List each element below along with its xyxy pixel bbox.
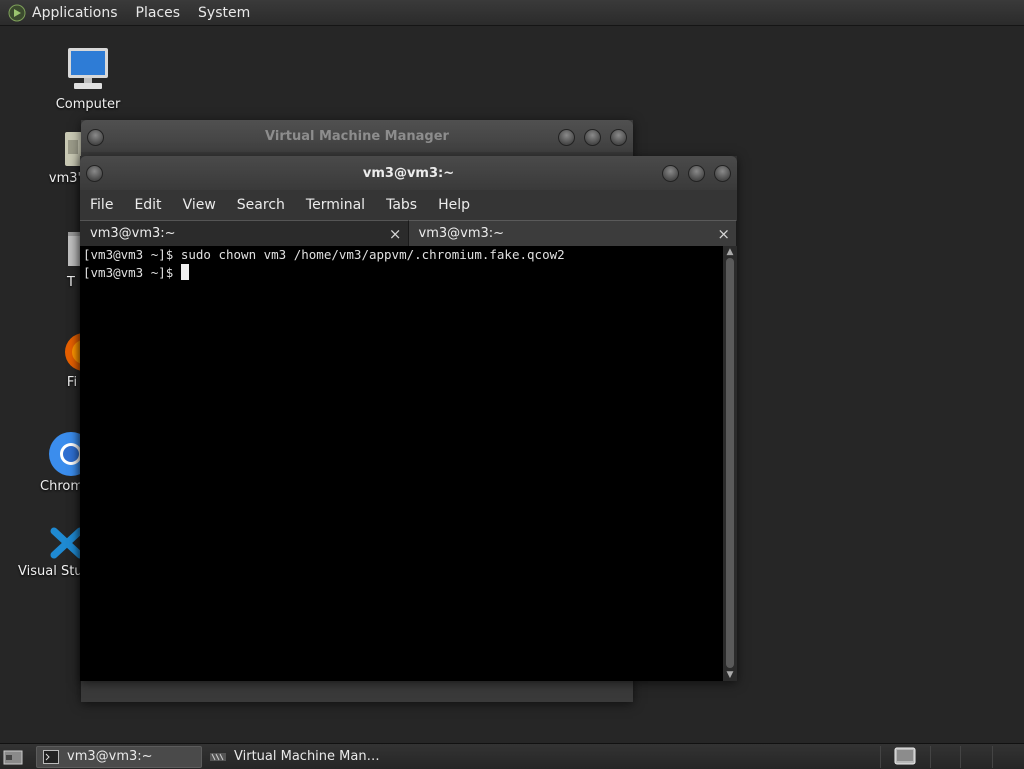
terminal-cursor (180, 264, 189, 280)
desktop-icon-label: vm3' (48, 171, 82, 186)
vmm-titlebar[interactable]: Virtual Machine Manager (81, 120, 633, 152)
terminal-tab-2[interactable]: vm3@vm3:~ × (408, 220, 737, 246)
menu-view[interactable]: View (183, 197, 216, 213)
vmm-icon (210, 752, 226, 761)
home-folder-icon (65, 132, 82, 166)
vmm-window-title: Virtual Machine Manager (265, 128, 449, 144)
taskbar-vmm[interactable]: Virtual Machine Man… (204, 746, 386, 768)
taskbar-terminal[interactable]: vm3@vm3:~ (36, 745, 202, 768)
desktop-icon-trash[interactable]: T (60, 230, 82, 290)
window-menu-icon[interactable] (86, 165, 103, 182)
close-icon[interactable] (610, 129, 627, 146)
terminal-menubar: File Edit View Search Terminal Tabs Help (80, 190, 737, 220)
desktop-icon-chromium[interactable]: Chrom (40, 430, 83, 494)
terminal-icon (43, 749, 59, 764)
distro-logo-icon[interactable] (8, 4, 26, 22)
system-menu[interactable]: System (198, 5, 250, 21)
tab-label: vm3@vm3:~ (90, 226, 176, 241)
desktop-icon-label: Visual Stu (18, 564, 83, 579)
terminal-output[interactable]: [vm3@vm3 ~]$ sudo chown vm3 /home/vm3/ap… (80, 246, 723, 681)
desktop-icon-vscode[interactable]: Visual Stu (18, 525, 83, 579)
vscode-icon (50, 527, 83, 559)
menu-edit[interactable]: Edit (134, 197, 161, 213)
minimize-icon[interactable] (662, 165, 679, 182)
tab-close-icon[interactable]: × (389, 225, 402, 243)
workspace-switcher-icon[interactable] (894, 747, 916, 765)
maximize-icon[interactable] (688, 165, 705, 182)
desktop-icon-home[interactable]: vm3' (48, 130, 82, 186)
terminal-window-title: vm3@vm3:~ (362, 165, 455, 181)
menu-search[interactable]: Search (237, 197, 285, 213)
firefox-icon (65, 333, 82, 371)
scroll-up-icon[interactable]: ▲ (725, 247, 735, 257)
tab-label: vm3@vm3:~ (418, 226, 505, 241)
menu-help[interactable]: Help (438, 197, 470, 213)
workspace-separator (930, 746, 931, 768)
terminal-prompt-line: [vm3@vm3 ~]$ (83, 264, 723, 282)
trash-icon (68, 232, 82, 266)
terminal-window[interactable]: vm3@vm3:~ File Edit View Search Terminal… (80, 156, 737, 681)
taskbar-vmm-label: Virtual Machine Man… (234, 749, 380, 764)
scrollbar-thumb[interactable] (726, 258, 734, 668)
close-icon[interactable] (714, 165, 731, 182)
desktop-icon-label: Fi (66, 375, 78, 390)
menu-file[interactable]: File (90, 197, 113, 213)
terminal-tab-1[interactable]: vm3@vm3:~ × (80, 220, 409, 246)
workspace-separator (960, 746, 961, 768)
applications-menu[interactable]: Applications (32, 5, 118, 21)
desktop-icon-label: Computer (55, 97, 121, 112)
places-menu[interactable]: Places (136, 5, 181, 21)
show-desktop-icon[interactable] (2, 747, 24, 767)
desktop-icon-computer[interactable]: Computer (56, 46, 120, 112)
desktop-icon-label: T (67, 275, 75, 290)
workspace-separator (992, 746, 993, 768)
terminal-tabbar: vm3@vm3:~ × vm3@vm3:~ × (80, 220, 737, 246)
maximize-icon[interactable] (584, 129, 601, 146)
scroll-down-icon[interactable]: ▼ (725, 670, 735, 680)
tab-close-icon[interactable]: × (717, 225, 730, 243)
terminal-titlebar[interactable]: vm3@vm3:~ (80, 156, 737, 190)
terminal-line: [vm3@vm3 ~]$ sudo chown vm3 /home/vm3/ap… (83, 247, 565, 262)
terminal-scrollbar[interactable]: ▲ ▼ (723, 246, 737, 681)
workspace-separator (880, 746, 881, 768)
desktop-icon-label: Chrom (40, 479, 83, 494)
desktop-icon-firefox[interactable]: Fi (62, 330, 82, 390)
terminal-prompt: [vm3@vm3 ~]$ (83, 265, 181, 280)
top-panel: Applications Places System (0, 0, 1024, 26)
menu-tabs[interactable]: Tabs (386, 197, 417, 213)
taskbar-terminal-label: vm3@vm3:~ (67, 749, 153, 764)
window-menu-icon[interactable] (87, 129, 104, 146)
bottom-panel: vm3@vm3:~ Virtual Machine Man… (0, 743, 1024, 769)
computer-icon (68, 48, 108, 89)
chromium-icon (48, 432, 83, 476)
menu-terminal[interactable]: Terminal (306, 197, 365, 213)
minimize-icon[interactable] (558, 129, 575, 146)
